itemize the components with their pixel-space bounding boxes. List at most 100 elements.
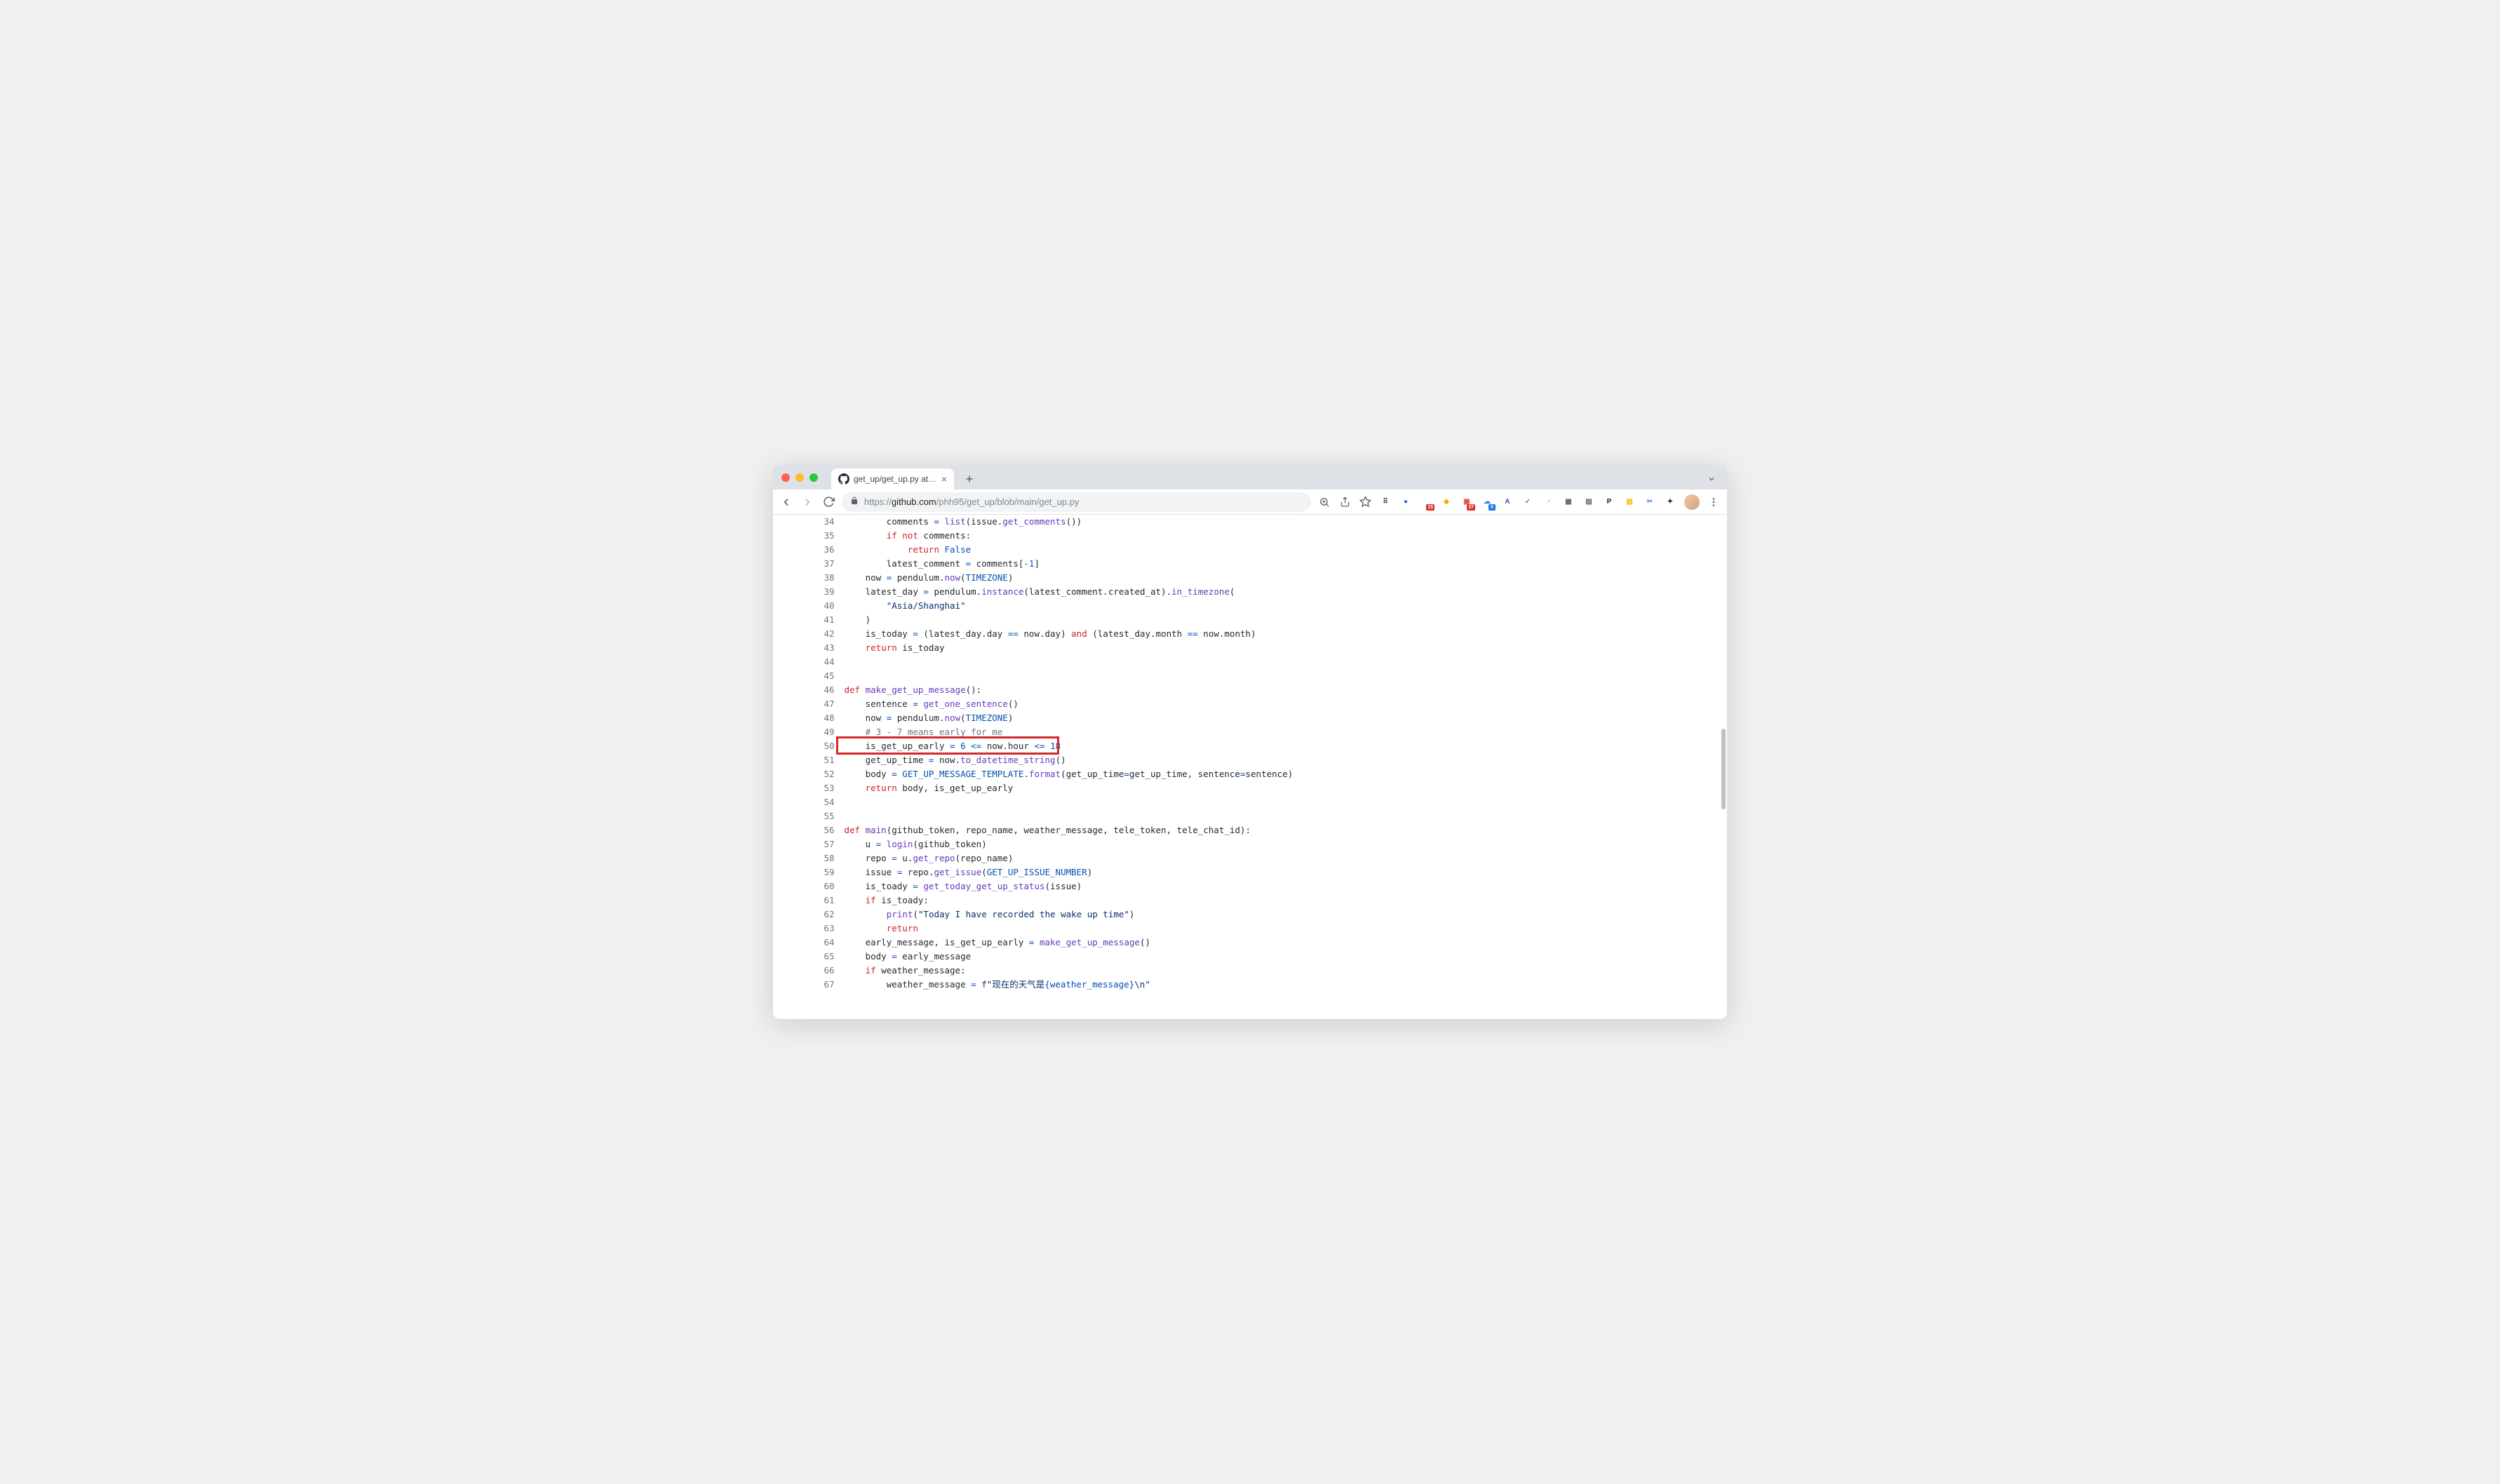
code-line[interactable]: is_get_up_early = 6 <= now.hour <= 18 (845, 739, 1655, 753)
window-close[interactable] (781, 473, 790, 482)
line-number[interactable]: 47 (814, 697, 845, 711)
line-number[interactable]: 57 (814, 837, 845, 851)
code-line[interactable]: if weather_message: (845, 964, 1655, 978)
line-number[interactable]: 48 (814, 711, 845, 725)
code-line[interactable]: # 3 - 7 means early for me (845, 725, 1655, 739)
line-number[interactable]: 42 (814, 627, 845, 641)
code-line[interactable]: comments = list(issue.get_comments()) (845, 515, 1655, 529)
code-line[interactable]: "Asia/Shanghai" (845, 599, 1655, 613)
code-line[interactable]: body = early_message (845, 950, 1655, 964)
url-field[interactable]: https://github.com/phh95/get_up/blob/mai… (842, 492, 1311, 512)
code-line[interactable]: is_today = (latest_day.day == now.day) a… (845, 627, 1655, 641)
ext-purple-a[interactable]: A (1501, 496, 1514, 508)
line-number[interactable]: 49 (814, 725, 845, 739)
code-line[interactable]: return body, is_get_up_early (845, 781, 1655, 795)
code-line[interactable]: sentence = get_one_sentence() (845, 697, 1655, 711)
line-number[interactable]: 62 (814, 908, 845, 922)
code-line[interactable]: return is_today (845, 641, 1655, 655)
code-line[interactable]: latest_comment = comments[-1] (845, 557, 1655, 571)
line-number[interactable]: 37 (814, 557, 845, 571)
tab-close-icon[interactable]: × (941, 473, 947, 485)
share-icon[interactable] (1338, 496, 1351, 508)
ext-p-box[interactable]: P (1603, 496, 1615, 508)
profile-avatar[interactable] (1684, 494, 1700, 510)
browser-tab[interactable]: get_up/get_up.py at main · ph… × (831, 468, 954, 490)
menu-icon[interactable] (1707, 496, 1720, 508)
code-line[interactable]: weather_message = f"现在的天气是{weather_messa… (845, 978, 1655, 992)
forward-button[interactable] (801, 496, 814, 508)
window-maximize[interactable] (809, 473, 818, 482)
code-line[interactable]: get_up_time = now.to_datetime_string() (845, 753, 1655, 767)
line-number[interactable]: 52 (814, 767, 845, 781)
code-line[interactable]: now = pendulum.now(TIMEZONE) (845, 571, 1655, 585)
line-number[interactable]: 53 (814, 781, 845, 795)
code-line[interactable]: def main(github_token, repo_name, weathe… (845, 823, 1655, 837)
line-number[interactable]: 64 (814, 936, 845, 950)
code-line[interactable] (845, 655, 1655, 669)
code-line[interactable] (845, 795, 1655, 809)
code-line[interactable]: is_toady = get_today_get_up_status(issue… (845, 879, 1655, 893)
ext-orange-cat[interactable]: ◔ (1542, 496, 1554, 508)
star-icon[interactable] (1359, 496, 1371, 508)
line-number[interactable]: 40 (814, 599, 845, 613)
code-line[interactable]: issue = repo.get_issue(GET_UP_ISSUE_NUMB… (845, 865, 1655, 879)
line-number[interactable]: 54 (814, 795, 845, 809)
code-line[interactable]: def make_get_up_message(): (845, 683, 1655, 697)
code-line[interactable]: now = pendulum.now(TIMEZONE) (845, 711, 1655, 725)
ext-grid[interactable]: ▦ (1562, 496, 1575, 508)
ext-colored-square[interactable]: ▧ (1623, 496, 1636, 508)
code-line[interactable]: print("Today I have recorded the wake up… (845, 908, 1655, 922)
ext-scissors[interactable]: ✂ (1644, 496, 1656, 508)
new-tab-button[interactable]: + (960, 469, 979, 489)
line-number[interactable]: 56 (814, 823, 845, 837)
code-line[interactable]: ) (845, 613, 1655, 627)
code-line[interactable]: return False (845, 543, 1655, 557)
code-line[interactable]: early_message, is_get_up_early = make_ge… (845, 936, 1655, 950)
line-number[interactable]: 67 (814, 978, 845, 992)
line-number[interactable]: 60 (814, 879, 845, 893)
line-number[interactable]: 51 (814, 753, 845, 767)
line-number[interactable]: 39 (814, 585, 845, 599)
ext-translate[interactable]: ☁0 (1481, 496, 1493, 508)
code-line[interactable]: body = GET_UP_MESSAGE_TEMPLATE.format(ge… (845, 767, 1655, 781)
line-number[interactable]: 63 (814, 922, 845, 936)
line-number[interactable]: 34 (814, 515, 845, 529)
scrollbar-thumb[interactable] (1721, 729, 1726, 809)
zoom-icon[interactable] (1318, 496, 1331, 508)
line-number[interactable]: 36 (814, 543, 845, 557)
ext-red-box[interactable]: ▣37 (1460, 496, 1473, 508)
line-number[interactable]: 38 (814, 571, 845, 585)
back-button[interactable] (780, 496, 793, 508)
ext-yellow[interactable]: ◆ (1440, 496, 1453, 508)
line-number[interactable]: 65 (814, 950, 845, 964)
line-number[interactable]: 46 (814, 683, 845, 697)
code-line[interactable]: return (845, 922, 1655, 936)
code-line[interactable]: u = login(github_token) (845, 837, 1655, 851)
tab-dropdown-icon[interactable] (1702, 471, 1721, 490)
line-number[interactable]: 35 (814, 529, 845, 543)
line-number[interactable]: 45 (814, 669, 845, 683)
line-number[interactable]: 59 (814, 865, 845, 879)
line-number[interactable]: 66 (814, 964, 845, 978)
ext-puzzle-multi[interactable]: ⊞15 (1420, 496, 1432, 508)
line-number[interactable]: 44 (814, 655, 845, 669)
line-number[interactable]: 58 (814, 851, 845, 865)
code-line[interactable] (845, 809, 1655, 823)
reload-button[interactable] (822, 496, 835, 508)
line-number[interactable]: 41 (814, 613, 845, 627)
ext-puzzle[interactable]: ✦ (1664, 496, 1676, 508)
ext-black-dots[interactable]: ⠿ (1379, 496, 1392, 508)
line-number[interactable]: 43 (814, 641, 845, 655)
code-line[interactable] (845, 669, 1655, 683)
code-line[interactable]: if is_toady: (845, 893, 1655, 908)
line-number[interactable]: 55 (814, 809, 845, 823)
line-number[interactable]: 61 (814, 893, 845, 908)
window-minimize[interactable] (795, 473, 804, 482)
ext-blue-circle[interactable]: ● (1399, 496, 1412, 508)
line-number[interactable]: 50 (814, 739, 845, 753)
code-view[interactable]: 34 comments = list(issue.get_comments())… (773, 515, 1727, 1019)
code-line[interactable]: if not comments: (845, 529, 1655, 543)
code-line[interactable]: latest_day = pendulum.instance(latest_co… (845, 585, 1655, 599)
code-line[interactable]: repo = u.get_repo(repo_name) (845, 851, 1655, 865)
ext-green-check[interactable]: ✓ (1521, 496, 1534, 508)
